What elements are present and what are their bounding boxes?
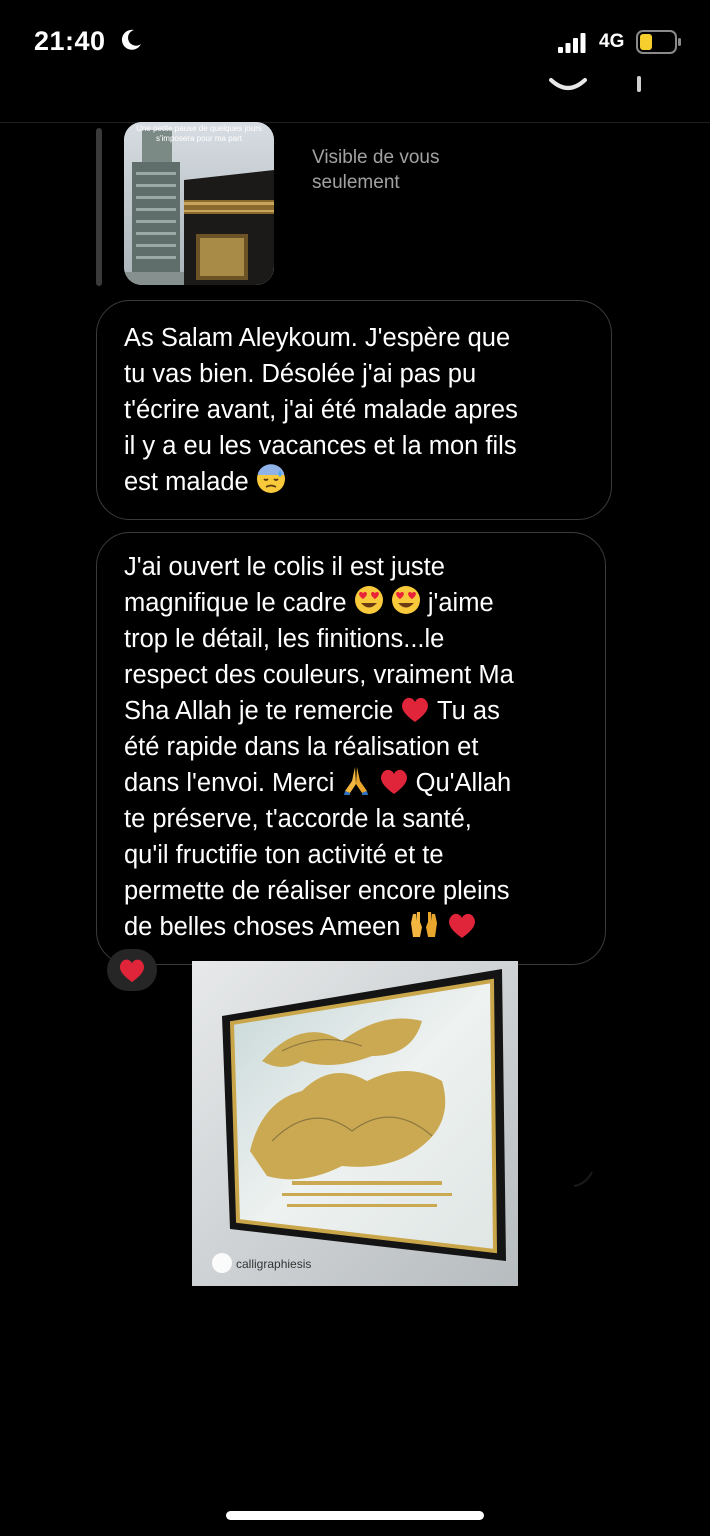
message-line: J'ai ouvert le colis il est juste [124,553,445,581]
heart-eyes-emoji-icon [391,586,420,614]
message-line: Sha Allah je te remercie Tu as [124,693,605,729]
message-line: t'écrire avant, j'ai été malade apres [124,396,518,424]
shared-photo[interactable]: calligraphiesis [192,961,518,1286]
message-line: As Salam Aleykoum. J'espère que [124,324,511,352]
message-line: qu'il fructifie ton activité et te [124,841,444,869]
message-bubble[interactable]: J'ai ouvert le colis il est juste magnif… [96,532,606,965]
message-line: tu vas bien. Désolée j'ai pas pu [124,360,477,388]
message-line: te préserve, t'accorde la santé, [124,805,472,833]
battery-icon [636,30,681,54]
heart-eyes-emoji-icon [354,586,383,614]
message-line: été rapide dans la réalisation et [124,733,479,761]
message-text: dans l'envoi. Merci [124,769,335,797]
message-text: Sha Allah je te remercie [124,697,394,725]
header-icon-partial[interactable] [548,74,588,92]
message-text: est malade [124,468,249,496]
header-info-icon-partial[interactable] [637,76,641,92]
red-heart-icon [402,697,429,722]
message-line: permette de réaliser encore pleins [124,877,510,905]
cellular-signal-icon [558,33,586,53]
story-caption-line-1: Une petite pause de quelques jours [136,124,262,133]
red-heart-icon [448,913,475,938]
moon-icon [121,29,141,50]
scroll-hint-icon [573,1171,593,1187]
message-bubble[interactable]: As Salam Aleykoum. J'espère que tu vas b… [96,300,612,520]
message-line: dans l'envoi. Merci Qu'Allah [124,765,605,801]
story-caption: Une petite pause de quelques jours s'imp… [124,124,274,144]
network-type: 4G [599,31,625,52]
story-thumbnail[interactable]: Une petite pause de quelques jours s'imp… [124,122,274,285]
message-text: j'aime [427,589,494,617]
visibility-note: Visible de vous seulement [312,147,440,193]
message-text: Tu as [437,697,500,725]
message-text: Qu'Allah [415,769,512,797]
downcast-face-with-sweat-icon [256,464,285,493]
message-text: magnifique le cadre [124,589,347,617]
header-divider [0,122,710,123]
reply-indicator-bar [96,128,102,286]
story-caption-line-2: s'imposera pour ma part [155,134,242,143]
kaaba-photo [124,122,274,285]
message-line: respect des couleurs, vraiment Ma [124,661,514,689]
photo-watermark: calligraphiesis [236,1257,311,1271]
message-text: de belles choses Ameen [124,913,401,941]
folded-hands-icon [344,767,369,795]
message-line: trop le détail, les finitions...le [124,625,445,653]
message-line: il y a eu les vacances et la mon fils [124,432,517,460]
status-time: 21:40 [34,26,106,56]
red-heart-icon [119,959,145,983]
calligraphy-frame-image: calligraphiesis [192,961,518,1286]
message-line: magnifique le cadre j'aime [124,585,605,621]
home-indicator[interactable] [226,1511,484,1520]
message-line-last: est malade [124,464,611,500]
red-heart-icon [380,769,407,794]
raising-hands-icon [410,912,437,937]
message-line: de belles choses Ameen [124,909,605,945]
